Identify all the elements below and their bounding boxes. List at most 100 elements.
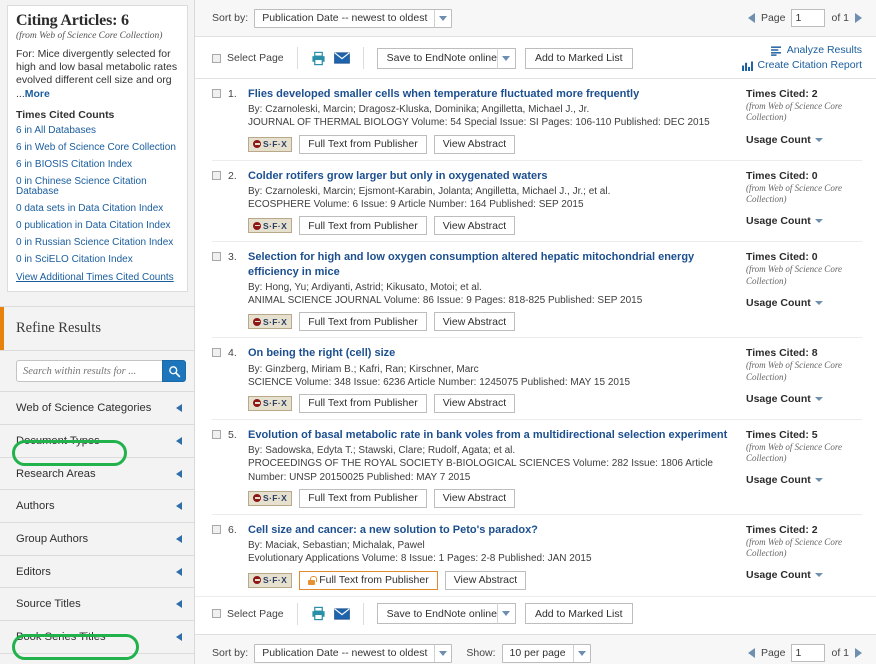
- email-icon[interactable]: [333, 607, 350, 620]
- usage-count-toggle[interactable]: Usage Count: [746, 215, 862, 227]
- result-checkbox[interactable]: [212, 252, 221, 262]
- result-checkbox[interactable]: [212, 429, 221, 439]
- sfx-button[interactable]: S·F·X: [248, 218, 293, 234]
- view-abstract-button[interactable]: View Abstract: [444, 570, 527, 590]
- full-text-from-publisher-button[interactable]: Full Text from Publisher: [299, 393, 427, 413]
- analyze-results-link[interactable]: Analyze Results: [742, 43, 862, 58]
- sidebar-item-group-authors[interactable]: Group Authors: [0, 523, 194, 556]
- view-abstract-label: View Abstract: [442, 219, 507, 232]
- view-additional-times-cited-counts-link[interactable]: View Additional Times Cited Counts: [16, 272, 179, 283]
- usage-count-toggle[interactable]: Usage Count: [746, 393, 862, 405]
- sidebar-item-editors[interactable]: Editors: [0, 555, 194, 589]
- times-cited-count-item[interactable]: 0 publication in Data Citation Index: [16, 221, 179, 231]
- result-metrics: Times Cited: 0 (from Web of Science Core…: [746, 169, 862, 236]
- view-abstract-button[interactable]: View Abstract: [433, 134, 516, 154]
- add-to-marked-list-button[interactable]: Add to Marked List: [524, 603, 633, 625]
- add-to-marked-list-button[interactable]: Add to Marked List: [524, 47, 633, 69]
- select-page-control-bottom[interactable]: Select Page: [212, 608, 284, 620]
- save-to-endnote-button[interactable]: Save to EndNote online: [376, 47, 497, 69]
- chevron-down-icon[interactable]: [496, 603, 516, 625]
- sidebar-item-source-titles[interactable]: Source Titles: [0, 588, 194, 622]
- full-text-from-publisher-button[interactable]: Full Text from Publisher: [299, 216, 427, 236]
- save-to-endnote-split-button[interactable]: Save to EndNote online: [376, 47, 516, 69]
- times-cited-counts-heading: Times Cited Counts: [16, 109, 115, 122]
- page-number-input[interactable]: [791, 9, 826, 27]
- times-cited-count-item[interactable]: 6 in All Databases: [16, 126, 179, 136]
- sfx-button[interactable]: S·F·X: [248, 572, 293, 588]
- times-cited-value: 2: [811, 523, 818, 536]
- times-cited-prefix: Times Cited:: [746, 251, 812, 264]
- bottom-action-bar: Select Page Save to EndNote online Add t…: [195, 595, 876, 634]
- usage-count-toggle[interactable]: Usage Count: [746, 569, 862, 581]
- times-cited-value: 0: [811, 251, 818, 264]
- chevron-left-icon: [176, 404, 182, 413]
- view-abstract-button[interactable]: View Abstract: [433, 216, 516, 236]
- result-title-link[interactable]: Evolution of basal metabolic rate in ban…: [248, 428, 732, 442]
- times-cited-count-item[interactable]: 0 in Chinese Science Citation Database: [16, 177, 179, 197]
- result-checkbox[interactable]: [212, 89, 221, 98]
- result-title-link[interactable]: Flies developed smaller cells when tempe…: [248, 87, 732, 101]
- result-source: Evolutionary Applications Volume: 8 Issu…: [248, 553, 592, 565]
- sidebar-item-document-types[interactable]: Document Types: [0, 425, 194, 458]
- save-to-endnote-button[interactable]: Save to EndNote online: [376, 603, 497, 625]
- bottom-sort-bar: Sort by: Publication Date -- newest to o…: [195, 633, 876, 664]
- chevron-down-icon: [434, 644, 452, 662]
- sfx-icon: [253, 576, 261, 585]
- times-cited-count-item[interactable]: 6 in BIOSIS Citation Index: [16, 160, 179, 170]
- times-cited-count-item[interactable]: 0 data sets in Data Citation Index: [16, 204, 179, 214]
- usage-count-toggle[interactable]: Usage Count: [746, 474, 862, 486]
- page-number-input[interactable]: [791, 644, 826, 663]
- usage-count-toggle[interactable]: Usage Count: [746, 297, 862, 309]
- sidebar-item-web-of-science-categories[interactable]: Web of Science Categories: [0, 392, 194, 426]
- full-text-from-publisher-button[interactable]: Full Text from Publisher: [299, 570, 438, 590]
- sfx-button[interactable]: S·F·X: [248, 136, 293, 152]
- full-text-from-publisher-button[interactable]: Full Text from Publisher: [299, 134, 427, 154]
- print-icon[interactable]: [311, 606, 326, 621]
- result-title-link[interactable]: On being the right (cell) size: [248, 346, 732, 360]
- select-page-checkbox[interactable]: [212, 609, 221, 619]
- full-text-from-publisher-button[interactable]: Full Text from Publisher: [299, 488, 427, 508]
- chevron-down-icon[interactable]: [496, 47, 516, 69]
- sfx-button[interactable]: S·F·X: [248, 395, 293, 411]
- times-cited: Times Cited: 2: [746, 524, 862, 536]
- next-page-icon[interactable]: [855, 13, 862, 23]
- search-icon[interactable]: [162, 360, 186, 383]
- full-text-from-publisher-button[interactable]: Full Text from Publisher: [299, 312, 427, 332]
- result-buttons: S·F·X Full Text from Publisher View Abst…: [248, 570, 732, 590]
- save-to-endnote-split-button-bottom[interactable]: Save to EndNote online: [376, 603, 516, 625]
- previous-page-icon[interactable]: [747, 13, 755, 23]
- sfx-button[interactable]: S·F·X: [248, 314, 293, 330]
- times-cited-count-item[interactable]: 6 in Web of Science Core Collection: [16, 143, 179, 153]
- more-link[interactable]: More: [25, 88, 50, 100]
- view-abstract-button[interactable]: View Abstract: [433, 393, 516, 413]
- result-title-link[interactable]: Colder rotifers grow larger but only in …: [248, 169, 732, 183]
- sort-by-select-top[interactable]: Publication Date -- newest to oldest: [254, 8, 453, 28]
- print-icon[interactable]: [311, 51, 326, 66]
- sidebar-item-authors[interactable]: Authors: [0, 490, 194, 524]
- next-page-icon[interactable]: [855, 648, 862, 659]
- create-citation-report-link[interactable]: Create Citation Report: [741, 58, 862, 73]
- times-cited-count-item[interactable]: 0 in SciELO Citation Index: [16, 255, 179, 265]
- usage-count-toggle[interactable]: Usage Count: [746, 134, 862, 146]
- show-per-page-select[interactable]: 10 per page: [501, 643, 591, 663]
- result-source: SCIENCE Volume: 348 Issue: 6236 Article …: [248, 376, 631, 388]
- view-abstract-button[interactable]: View Abstract: [433, 488, 516, 508]
- sfx-button[interactable]: S·F·X: [248, 490, 293, 506]
- result-checkbox[interactable]: [212, 170, 221, 180]
- result-checkbox[interactable]: [212, 348, 221, 358]
- sort-by-select-bottom[interactable]: Publication Date -- newest to oldest: [254, 643, 453, 663]
- result-checkbox[interactable]: [212, 524, 221, 534]
- email-icon[interactable]: [333, 52, 350, 64]
- times-cited-count-item[interactable]: 0 in Russian Science Citation Index: [16, 238, 179, 248]
- sidebar-item-research-areas[interactable]: Research Areas: [0, 457, 194, 491]
- select-page-checkbox[interactable]: [212, 53, 221, 63]
- search-input[interactable]: [16, 360, 162, 383]
- view-abstract-button[interactable]: View Abstract: [433, 312, 516, 332]
- previous-page-icon[interactable]: [747, 648, 755, 659]
- sidebar-item-conference-titles[interactable]: Conference Titles: [0, 653, 194, 664]
- result-title-link[interactable]: Cell size and cancer: a new solution to …: [248, 523, 732, 537]
- result-title-link[interactable]: Selection for high and low oxygen consum…: [248, 250, 732, 279]
- sidebar-item-book-series-titles[interactable]: Book Series Titles: [0, 621, 194, 654]
- chevron-down-icon: [572, 644, 590, 662]
- select-page-control[interactable]: Select Page: [212, 52, 284, 64]
